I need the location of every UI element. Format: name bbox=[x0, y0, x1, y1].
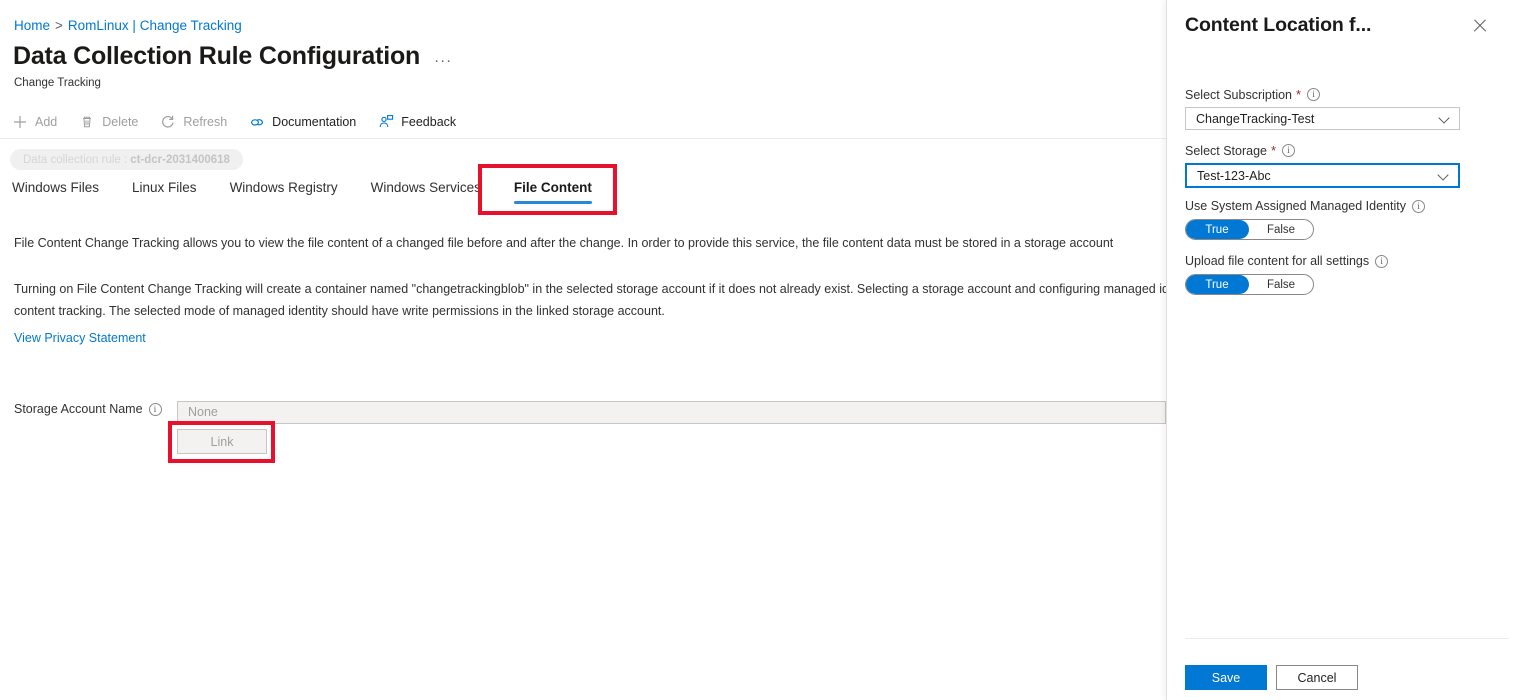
refresh-icon bbox=[160, 114, 176, 130]
breadcrumb-home[interactable]: Home bbox=[14, 18, 50, 33]
storage-account-name-input[interactable]: None bbox=[177, 401, 1166, 424]
link-storage-account-button[interactable]: Link bbox=[177, 429, 267, 454]
info-icon[interactable]: i bbox=[1375, 254, 1389, 268]
tab-windows-files[interactable]: Windows Files bbox=[12, 180, 99, 204]
panel-footer-divider bbox=[1185, 638, 1509, 639]
feedback-icon bbox=[378, 114, 394, 130]
close-icon[interactable] bbox=[1469, 15, 1491, 37]
toolbar-add-button[interactable]: Add bbox=[12, 114, 57, 130]
upload-all-settings-toggle-false[interactable]: False bbox=[1249, 275, 1313, 294]
info-icon[interactable]: i bbox=[148, 402, 162, 416]
breadcrumb-separator: > bbox=[55, 18, 63, 33]
info-icon[interactable]: i bbox=[1307, 88, 1321, 101]
tab-strip: Windows Files Linux Files Windows Regist… bbox=[12, 180, 625, 204]
storage-account-name-label: Storage Account Name bbox=[14, 402, 143, 416]
upload-all-settings-label-text: Upload file content for all settings bbox=[1185, 254, 1370, 268]
toolbar-documentation-label: Documentation bbox=[272, 115, 357, 129]
select-subscription-dropdown[interactable]: ChangeTracking-Test bbox=[1185, 107, 1460, 130]
managed-identity-toggle[interactable]: True False bbox=[1185, 219, 1314, 240]
page-title-row: Data Collection Rule Configuration ··· bbox=[13, 42, 452, 71]
select-storage-label: Select Storage * i bbox=[1185, 143, 1296, 158]
plus-icon bbox=[12, 114, 28, 130]
info-icon[interactable]: i bbox=[1282, 144, 1296, 157]
upload-all-settings-toggle[interactable]: True False bbox=[1185, 274, 1314, 295]
panel-footer: Save Cancel bbox=[1185, 665, 1358, 690]
tab-windows-registry[interactable]: Windows Registry bbox=[230, 180, 338, 204]
panel-title: Content Location f... bbox=[1185, 14, 1372, 36]
chip-prefix: Data collection rule : bbox=[23, 153, 128, 166]
command-toolbar: Add Delete Refresh Documentation Feedbac… bbox=[12, 108, 478, 136]
toolbar-feedback-button[interactable]: Feedback bbox=[378, 114, 456, 130]
toolbar-delete-button[interactable]: Delete bbox=[79, 114, 138, 130]
upload-all-settings-label: Upload file content for all settings i bbox=[1185, 254, 1389, 268]
trash-icon bbox=[79, 114, 95, 130]
azure-portal-page: Home > RomLinux | Change Tracking Data Col… bbox=[0, 0, 1525, 700]
storage-account-name-row: Storage Account Name i bbox=[14, 402, 162, 416]
managed-identity-label: Use System Assigned Managed Identity i bbox=[1185, 199, 1425, 213]
view-privacy-statement-link[interactable]: View Privacy Statement bbox=[14, 331, 146, 345]
upload-all-settings-toggle-true[interactable]: True bbox=[1186, 275, 1249, 294]
chevron-down-icon bbox=[1439, 113, 1450, 124]
save-button[interactable]: Save bbox=[1185, 665, 1267, 690]
tab-linux-files[interactable]: Linux Files bbox=[132, 180, 197, 204]
chip-value: ct-dcr-2031400618 bbox=[130, 153, 230, 166]
info-icon[interactable]: i bbox=[1411, 199, 1425, 213]
main-content-area: Home > RomLinux | Change Tracking Data Col… bbox=[0, 0, 1166, 700]
select-storage-dropdown[interactable]: Test-123-Abc bbox=[1185, 163, 1460, 188]
breadcrumb: Home > RomLinux | Change Tracking bbox=[14, 18, 242, 33]
breadcrumb-current[interactable]: RomLinux | Change Tracking bbox=[68, 18, 242, 33]
data-collection-rule-chip: Data collection rule : ct-dcr-2031400618 bbox=[10, 149, 243, 170]
tab-file-content[interactable]: File Content bbox=[513, 180, 592, 204]
toolbar-delete-label: Delete bbox=[102, 115, 139, 129]
toolbar-refresh-button[interactable]: Refresh bbox=[160, 114, 227, 130]
toolbar-add-label: Add bbox=[35, 115, 58, 129]
required-indicator: * bbox=[1271, 143, 1277, 158]
toolbar-divider bbox=[0, 138, 1166, 139]
more-options-icon[interactable]: ··· bbox=[434, 45, 452, 69]
select-subscription-label: Select Subscription * i bbox=[1185, 87, 1321, 102]
tab-windows-services[interactable]: Windows Services bbox=[371, 180, 481, 204]
description-paragraph-1: File Content Change Tracking allows you … bbox=[14, 236, 1114, 250]
select-storage-value: Test-123-Abc bbox=[1197, 168, 1271, 183]
cancel-button[interactable]: Cancel bbox=[1276, 665, 1358, 690]
managed-identity-toggle-false[interactable]: False bbox=[1249, 220, 1313, 239]
page-title: Data Collection Rule Configuration bbox=[13, 42, 421, 70]
required-indicator: * bbox=[1296, 87, 1302, 102]
managed-identity-toggle-true[interactable]: True bbox=[1186, 220, 1249, 239]
select-storage-label-text: Select Storage bbox=[1185, 143, 1267, 158]
managed-identity-label-text: Use System Assigned Managed Identity bbox=[1185, 199, 1406, 213]
panel-header: Content Location f... bbox=[1185, 14, 1511, 37]
select-subscription-label-text: Select Subscription bbox=[1185, 87, 1293, 102]
chevron-down-icon bbox=[1438, 170, 1449, 181]
toolbar-documentation-button[interactable]: Documentation bbox=[249, 114, 356, 130]
toolbar-refresh-label: Refresh bbox=[183, 115, 228, 129]
content-location-panel: Content Location f... Select Subscriptio… bbox=[1166, 0, 1525, 700]
documentation-icon bbox=[249, 114, 265, 130]
description-paragraph-2: Turning on File Content Change Tracking … bbox=[14, 282, 1166, 318]
page-subtitle: Change Tracking bbox=[14, 77, 101, 89]
toolbar-feedback-label: Feedback bbox=[401, 115, 457, 129]
select-subscription-value: ChangeTracking-Test bbox=[1196, 111, 1315, 126]
